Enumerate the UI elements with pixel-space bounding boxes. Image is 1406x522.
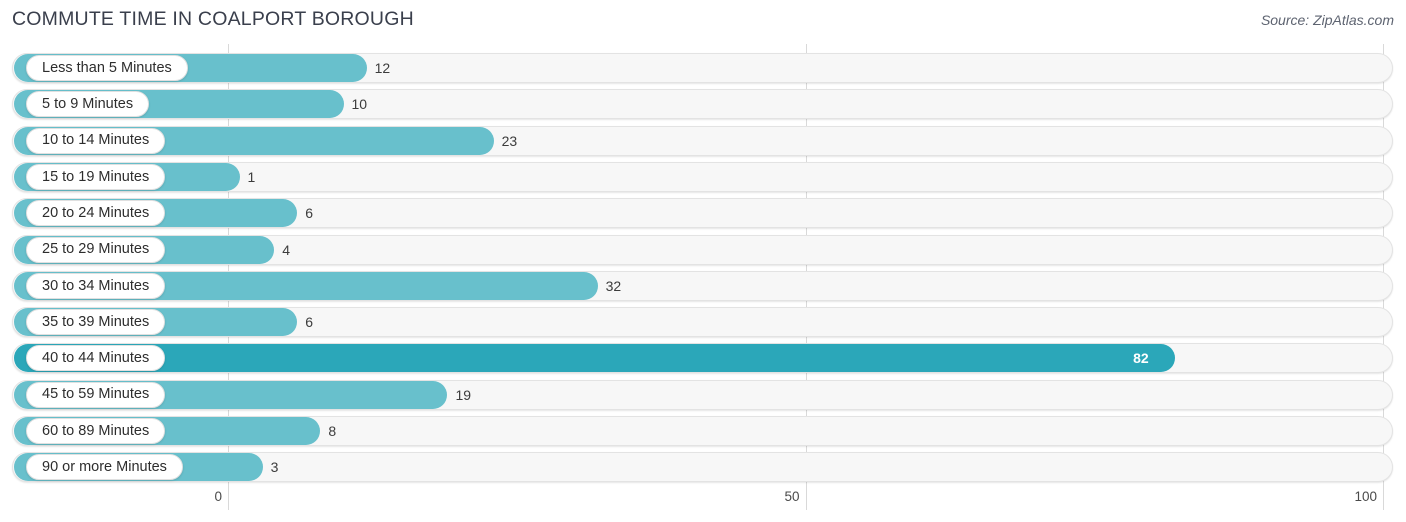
chart-header: COMMUTE TIME IN COALPORT BOROUGH Source:… (0, 0, 1406, 44)
category-label-pill: 60 to 89 Minutes (26, 418, 166, 444)
bar-row[interactable]: 60 to 89 Minutes 8 (0, 416, 1406, 446)
category-label: 40 to 44 Minutes (42, 350, 150, 367)
category-label: 90 or more Minutes (42, 459, 167, 476)
bar-value-label: 6 (305, 205, 314, 222)
category-label-pill: 90 or more Minutes (26, 454, 183, 481)
bar-value-label: 19 (455, 386, 472, 403)
bar-row[interactable]: 5 to 9 Minutes 10 (0, 89, 1406, 120)
bar-value-label: 8 (328, 423, 337, 439)
category-label-pill: 5 to 9 Minutes (26, 91, 150, 118)
category-label: 45 to 59 Minutes (42, 386, 150, 403)
bar-value-label: 6 (305, 314, 314, 331)
bar-row[interactable]: 40 to 44 Minutes 82 (0, 343, 1406, 374)
category-label: 5 to 9 Minutes (42, 96, 134, 113)
bar-value-label: 32 (605, 277, 622, 294)
bar-row[interactable]: Less than 5 Minutes 12 (0, 53, 1406, 83)
x-tick-label: 100 (1354, 489, 1377, 504)
x-tick-mark (805, 484, 807, 510)
category-label: 15 to 19 Minutes (42, 168, 150, 185)
category-label: 20 to 24 Minutes (42, 204, 150, 221)
category-label-pill: Less than 5 Minutes (26, 55, 188, 81)
bar-value-label: 3 (270, 459, 279, 476)
bar-row[interactable]: 30 to 34 Minutes 32 (0, 270, 1406, 301)
bar-value-label: 10 (351, 96, 368, 113)
bar-value-label: 1 (247, 168, 256, 185)
category-label: 30 to 34 Minutes (42, 277, 150, 294)
chart-plot-area: Less than 5 Minutes 12 5 to 9 Minutes 10 10 … (0, 44, 1406, 484)
category-label: 25 to 29 Minutes (42, 241, 150, 258)
bar-row[interactable]: 25 to 29 Minutes 4 (0, 234, 1406, 265)
category-label-pill: 25 to 29 Minutes (26, 236, 166, 263)
x-tick-label: 50 (784, 489, 800, 504)
bar-value-label: 82 (1133, 350, 1149, 367)
bar-value-label: 12 (374, 60, 391, 76)
x-tick-mark (1383, 484, 1384, 510)
bar-row[interactable]: 20 to 24 Minutes 6 (0, 198, 1406, 229)
x-tick-mark (228, 484, 229, 510)
bar (14, 344, 1176, 373)
bar-row[interactable]: 35 to 39 Minutes 6 (0, 307, 1406, 338)
category-label: 10 to 14 Minutes (42, 132, 150, 149)
bar-row[interactable]: 15 to 19 Minutes 1 (0, 161, 1406, 192)
bar-row[interactable]: 45 to 59 Minutes 19 (0, 379, 1406, 410)
category-label: Less than 5 Minutes (42, 59, 172, 76)
source-attribution: Source: ZipAtlas.com (1260, 12, 1394, 28)
bar-row[interactable]: 90 or more Minutes 3 (0, 452, 1406, 483)
category-label-pill: 10 to 14 Minutes (26, 127, 166, 154)
bar-value-label: 23 (501, 132, 518, 149)
category-label-pill: 40 to 44 Minutes (26, 345, 166, 372)
category-label-pill: 45 to 59 Minutes (26, 381, 166, 408)
x-tick-label: 0 (214, 489, 222, 504)
bar-value-label: 4 (282, 241, 290, 258)
bar-row[interactable]: 10 to 14 Minutes 23 (0, 125, 1406, 156)
category-label-pill: 30 to 34 Minutes (26, 272, 166, 299)
category-label: 35 to 39 Minutes (42, 313, 150, 330)
category-label-pill: 20 to 24 Minutes (26, 200, 166, 227)
x-axis: 0 50 100 (0, 484, 1406, 522)
category-label-pill: 35 to 39 Minutes (26, 309, 166, 336)
category-label-pill: 15 to 19 Minutes (26, 163, 166, 190)
category-label: 60 to 89 Minutes (42, 422, 150, 439)
page-title: COMMUTE TIME IN COALPORT BOROUGH (12, 8, 414, 30)
